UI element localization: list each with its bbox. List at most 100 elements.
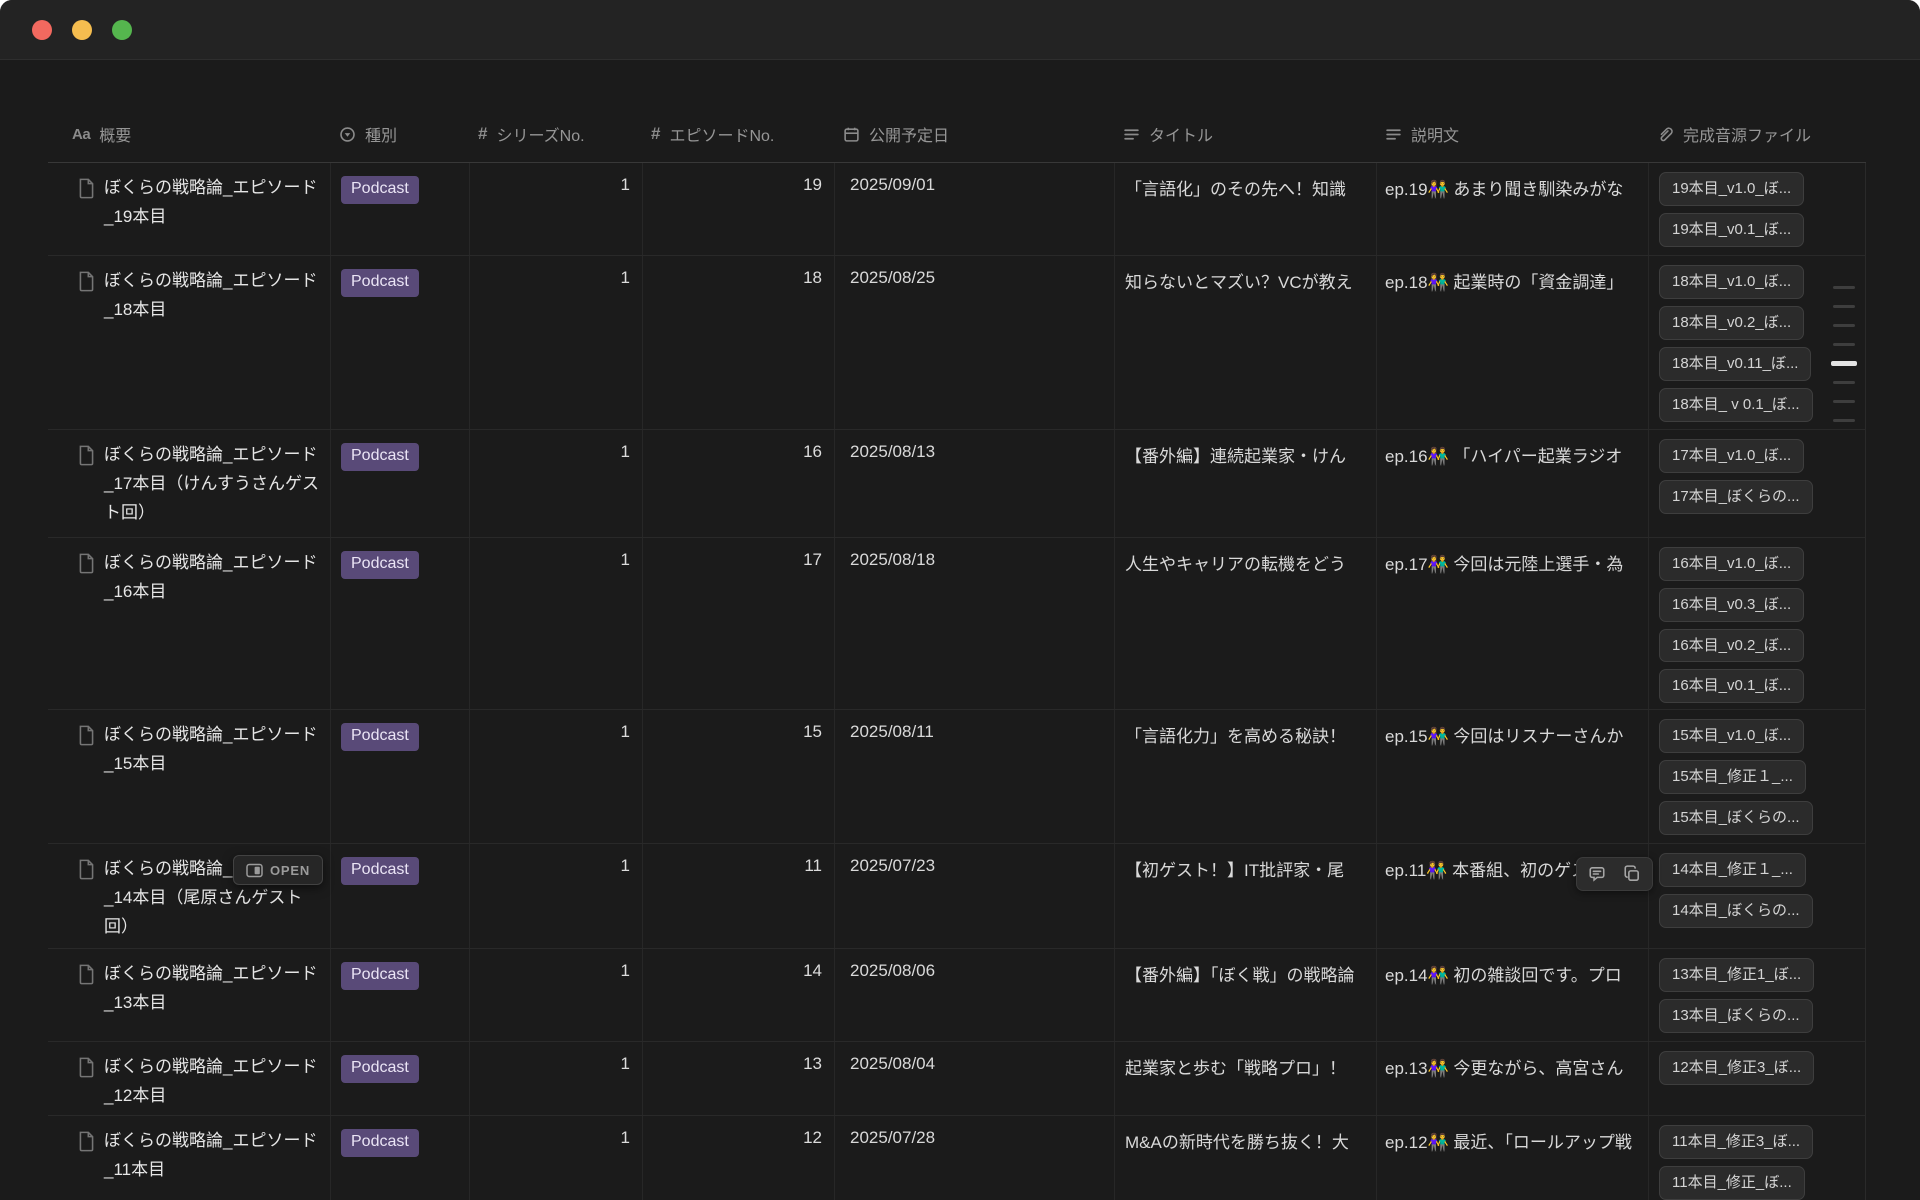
- publish-date-cell[interactable]: 2025/09/01: [835, 163, 1115, 255]
- title-cell[interactable]: 知らないとマズい？VCが教え: [1115, 256, 1377, 429]
- publish-date-cell[interactable]: 2025/08/13: [835, 430, 1115, 537]
- title-cell[interactable]: 「言語化力」を高める秘訣！: [1115, 710, 1377, 843]
- file-chip[interactable]: 16本目_v1.0_ぼ...: [1659, 547, 1804, 581]
- type-cell[interactable]: Podcast: [331, 710, 470, 843]
- episode-no-cell[interactable]: 12: [643, 1116, 835, 1200]
- page-name-cell[interactable]: ぼくらの戦略論_エピソード_19本目: [48, 163, 331, 255]
- audio-files-cell[interactable]: 12本目_修正3_ぼ...: [1649, 1042, 1866, 1115]
- file-chip[interactable]: 17本目_v1.0_ぼ...: [1659, 439, 1804, 473]
- publish-date-cell[interactable]: 2025/08/11: [835, 710, 1115, 843]
- description-cell[interactable]: ep.18👫 起業時の「資金調達」: [1377, 256, 1649, 429]
- type-cell[interactable]: Podcast: [331, 256, 470, 429]
- column-header-series-no[interactable]: # シリーズNo.: [470, 110, 643, 162]
- scrollbar-ticks[interactable]: [1833, 286, 1857, 422]
- series-no-cell[interactable]: 1: [470, 710, 643, 843]
- title-cell[interactable]: M&Aの新時代を勝ち抜く！大: [1115, 1116, 1377, 1200]
- type-cell[interactable]: Podcast: [331, 430, 470, 537]
- title-cell[interactable]: 【初ゲスト！】IT批評家・尾: [1115, 844, 1377, 948]
- file-chip[interactable]: 13本目_修正1_ぼ...: [1659, 958, 1814, 992]
- publish-date-cell[interactable]: 2025/08/25: [835, 256, 1115, 429]
- series-no-cell[interactable]: 1: [470, 1116, 643, 1200]
- file-chip[interactable]: 16本目_v0.3_ぼ...: [1659, 588, 1804, 622]
- publish-date-cell[interactable]: 2025/07/28: [835, 1116, 1115, 1200]
- file-chip[interactable]: 19本目_v0.1_ぼ...: [1659, 213, 1804, 247]
- description-cell[interactable]: ep.13👫 今更ながら、高宮さん: [1377, 1042, 1649, 1115]
- type-cell[interactable]: Podcast: [331, 163, 470, 255]
- column-header-name[interactable]: Aa 概要: [48, 110, 331, 162]
- minimize-window-button[interactable]: [72, 20, 92, 40]
- page-name-cell[interactable]: ぼくらの戦略論_エピソード_16本目: [48, 538, 331, 709]
- series-no-cell[interactable]: 1: [470, 430, 643, 537]
- column-header-audio-file[interactable]: 完成音源ファイル: [1649, 110, 1866, 162]
- comment-icon[interactable]: [1581, 861, 1613, 887]
- title-cell[interactable]: 「言語化」のその先へ！知識: [1115, 163, 1377, 255]
- audio-files-cell[interactable]: 17本目_v1.0_ぼ... 17本目_ぼくらの...: [1649, 430, 1866, 537]
- file-chip[interactable]: 14本目_ぼくらの...: [1659, 894, 1813, 928]
- page-name-cell[interactable]: ぼくらの戦略論_エピソード_11本目: [48, 1116, 331, 1200]
- episode-no-cell[interactable]: 17: [643, 538, 835, 709]
- file-chip[interactable]: 18本目_v0.2_ぼ...: [1659, 306, 1804, 340]
- type-cell[interactable]: Podcast: [331, 1042, 470, 1115]
- file-chip[interactable]: 16本目_v0.2_ぼ...: [1659, 629, 1804, 663]
- page-name-cell[interactable]: ぼくらの戦略論_エピソード_17本目（けんすうさんゲスト回）: [48, 430, 331, 537]
- series-no-cell[interactable]: 1: [470, 538, 643, 709]
- episode-no-cell[interactable]: 16: [643, 430, 835, 537]
- file-chip[interactable]: 18本目_v0.11_ぼ...: [1659, 347, 1811, 381]
- publish-date-cell[interactable]: 2025/08/06: [835, 949, 1115, 1041]
- title-cell[interactable]: 【番外編】「ぼく戦」の戦略論: [1115, 949, 1377, 1041]
- type-cell[interactable]: Podcast: [331, 844, 470, 948]
- file-chip[interactable]: 13本目_ぼくらの...: [1659, 999, 1813, 1033]
- open-page-button[interactable]: OPEN: [233, 855, 323, 885]
- file-chip[interactable]: 15本目_v1.0_ぼ...: [1659, 719, 1804, 753]
- column-header-title[interactable]: タイトル: [1115, 110, 1377, 162]
- file-chip[interactable]: 11本目_修正3_ぼ...: [1659, 1125, 1813, 1159]
- series-no-cell[interactable]: 1: [470, 844, 643, 948]
- episode-no-cell[interactable]: 11: [643, 844, 835, 948]
- description-cell[interactable]: ep.17👫 今回は元陸上選手・為: [1377, 538, 1649, 709]
- file-chip[interactable]: 18本目_ v 0.1_ぼ...: [1659, 388, 1813, 422]
- description-cell[interactable]: ep.19👫 あまり聞き馴染みがな: [1377, 163, 1649, 255]
- episode-no-cell[interactable]: 19: [643, 163, 835, 255]
- publish-date-cell[interactable]: 2025/08/18: [835, 538, 1115, 709]
- file-chip[interactable]: 12本目_修正3_ぼ...: [1659, 1051, 1814, 1085]
- audio-files-cell[interactable]: 19本目_v1.0_ぼ... 19本目_v0.1_ぼ...: [1649, 163, 1866, 255]
- scroll-tick-active[interactable]: [1831, 361, 1857, 366]
- file-chip[interactable]: 11本目_修正_ぼ...: [1659, 1166, 1805, 1200]
- close-window-button[interactable]: [32, 20, 52, 40]
- audio-files-cell[interactable]: 14本目_修正１_... 14本目_ぼくらの...: [1649, 844, 1866, 948]
- audio-files-cell[interactable]: 13本目_修正1_ぼ... 13本目_ぼくらの...: [1649, 949, 1866, 1041]
- audio-files-cell[interactable]: 16本目_v1.0_ぼ... 16本目_v0.3_ぼ... 16本目_v0.2_…: [1649, 538, 1866, 709]
- audio-files-cell[interactable]: 15本目_v1.0_ぼ... 15本目_修正１_... 15本目_ぼくらの...: [1649, 710, 1866, 843]
- title-cell[interactable]: 【番外編】連続起業家・けん: [1115, 430, 1377, 537]
- publish-date-cell[interactable]: 2025/08/04: [835, 1042, 1115, 1115]
- episode-no-cell[interactable]: 13: [643, 1042, 835, 1115]
- file-chip[interactable]: 19本目_v1.0_ぼ...: [1659, 172, 1804, 206]
- file-chip[interactable]: 18本目_v1.0_ぼ...: [1659, 265, 1804, 299]
- description-cell[interactable]: ep.14👫 初の雑談回です。プロ: [1377, 949, 1649, 1041]
- episode-no-cell[interactable]: 14: [643, 949, 835, 1041]
- page-name-cell[interactable]: ぼくらの戦略論_エピソード_13本目: [48, 949, 331, 1041]
- page-name-cell[interactable]: ぼくらの戦略論_エピソード_15本目: [48, 710, 331, 843]
- column-header-type[interactable]: 種別: [331, 110, 470, 162]
- file-chip[interactable]: 15本目_修正１_...: [1659, 760, 1806, 794]
- page-name-cell[interactable]: ぼくらの戦略論_エピソード_18本目: [48, 256, 331, 429]
- page-name-cell[interactable]: ぼくらの戦略論_エピソード_12本目: [48, 1042, 331, 1115]
- series-no-cell[interactable]: 1: [470, 163, 643, 255]
- episode-no-cell[interactable]: 15: [643, 710, 835, 843]
- column-header-description[interactable]: 説明文: [1377, 110, 1649, 162]
- series-no-cell[interactable]: 1: [470, 256, 643, 429]
- file-chip[interactable]: 14本目_修正１_...: [1659, 853, 1806, 887]
- title-cell[interactable]: 起業家と歩む「戦略プロ」！: [1115, 1042, 1377, 1115]
- audio-files-cell[interactable]: 11本目_修正3_ぼ... 11本目_修正_ぼ...: [1649, 1116, 1866, 1200]
- publish-date-cell[interactable]: 2025/07/23: [835, 844, 1115, 948]
- series-no-cell[interactable]: 1: [470, 1042, 643, 1115]
- file-chip[interactable]: 16本目_v0.1_ぼ...: [1659, 669, 1804, 703]
- file-chip[interactable]: 17本目_ぼくらの...: [1659, 480, 1813, 514]
- column-header-episode-no[interactable]: # エピソードNo.: [643, 110, 835, 162]
- type-cell[interactable]: Podcast: [331, 538, 470, 709]
- zoom-window-button[interactable]: [112, 20, 132, 40]
- duplicate-icon[interactable]: [1616, 861, 1648, 887]
- description-cell[interactable]: ep.15👫 今回はリスナーさんか: [1377, 710, 1649, 843]
- file-chip[interactable]: 15本目_ぼくらの...: [1659, 801, 1813, 835]
- episode-no-cell[interactable]: 18: [643, 256, 835, 429]
